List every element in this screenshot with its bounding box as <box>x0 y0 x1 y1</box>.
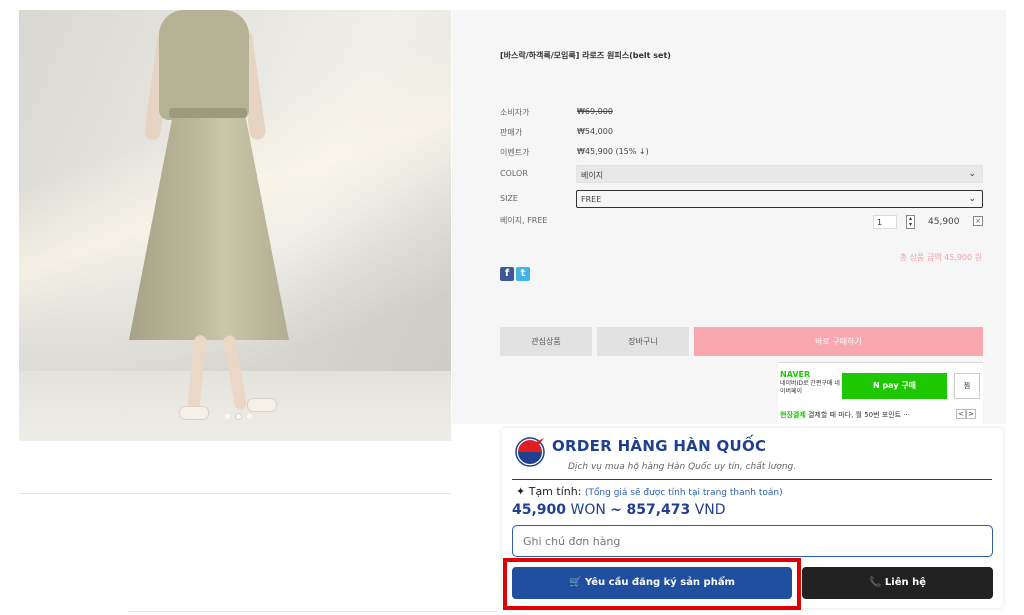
size-select[interactable]: FREE ⌄ <box>576 190 983 208</box>
sparkle-icon: ✦ <box>516 485 526 498</box>
remove-option-button[interactable]: × <box>973 216 983 226</box>
facebook-icon[interactable]: f <box>500 267 514 281</box>
naver-promo-highlight: 현장결제 <box>780 411 806 419</box>
naver-pay-box: NAVER 네이버ID로 간편구매 네이버페이 N pay 구매 찜 현장결제 … <box>778 362 983 434</box>
color-select-value: 베이지 <box>581 171 604 180</box>
sale-price-label: 판매가 <box>500 128 523 137</box>
contact-label: Liên hệ <box>884 577 927 588</box>
consumer-price-label: 소비자가 <box>500 108 530 117</box>
npay-button[interactable]: N pay 구매 <box>842 373 947 399</box>
color-label: COLOR <box>500 169 528 178</box>
dress-top <box>159 10 249 120</box>
sale-price-value: ₩54,000 <box>577 127 613 136</box>
chevron-down-icon: ⌄ <box>968 194 976 204</box>
slide-dot[interactable] <box>247 414 252 419</box>
event-price-label: 이벤트가 <box>500 148 530 157</box>
size-select-value: FREE <box>581 195 602 204</box>
unit-won: WON <box>570 502 606 518</box>
color-select[interactable]: 베이지 ⌄ <box>576 165 983 183</box>
product-image[interactable] <box>19 10 451 441</box>
estimate-note: (Tổng giá sẽ được tính tại trang thanh t… <box>584 488 783 498</box>
dress-belt <box>169 108 247 118</box>
price-vnd: 857,473 <box>626 502 691 518</box>
promo-prev-button[interactable]: < <box>956 409 966 419</box>
event-price-value: ₩45,900 (15% ↓) <box>577 147 649 156</box>
price-separator: ~ <box>610 502 623 518</box>
highlight-box <box>503 558 801 610</box>
selected-option-label: 베이지, FREE <box>500 216 548 225</box>
promo-next-button[interactable]: > <box>966 409 976 419</box>
quantity-stepper[interactable]: ▴ ▾ <box>906 215 915 229</box>
slide-dot-active[interactable] <box>236 414 241 419</box>
divider <box>128 611 498 612</box>
cart-button[interactable]: 장바구니 <box>597 327 689 356</box>
product-title: [바스락/하객룩/모임룩] 라로즈 원피스(belt set) <box>500 51 671 60</box>
total-price: 총 상품 금액 45,900 원 <box>899 253 982 262</box>
product-page: [바스락/하객룩/모임룩] 라로즈 원피스(belt set) 소비자가 ₩69… <box>0 0 1024 615</box>
wishlist-button[interactable]: 관심상품 <box>500 327 592 356</box>
shoe-left <box>179 406 209 420</box>
contact-button[interactable]: 📞 Liên hệ <box>802 567 993 599</box>
order-note-input[interactable] <box>512 525 993 557</box>
naver-promo-text: 결제할 때 마다, 월 50번 포인트 ··· <box>805 411 910 419</box>
estimate-price: 45,900 WON ~ 857,473 VND <box>512 502 726 518</box>
phone-icon: 📞 <box>868 577 882 588</box>
social-share: f t <box>500 267 530 281</box>
order-logo-icon <box>515 437 545 467</box>
consumer-price-value: ₩69,000 <box>577 107 613 116</box>
naver-logo: NAVER <box>780 370 811 379</box>
jjim-button[interactable]: 찜 <box>954 373 980 399</box>
divider <box>19 493 451 494</box>
divider <box>512 479 992 480</box>
shoe-right <box>247 398 277 412</box>
size-label: SIZE <box>500 194 518 203</box>
unit-vnd: VND <box>694 502 726 518</box>
estimate-label: Tạm tính: <box>528 485 582 498</box>
slide-dot[interactable] <box>225 414 230 419</box>
twitter-icon[interactable]: t <box>516 267 530 281</box>
quantity-input[interactable]: 1 <box>873 215 897 229</box>
order-subtitle: Dịch vụ mua hộ hàng Hàn Quốc uy tín, chấ… <box>568 462 797 472</box>
naver-promo: 현장결제 결제할 때 마다, 월 50번 포인트 ··· <box>780 410 910 420</box>
slide-dots <box>225 414 252 419</box>
naver-description: 네이버ID로 간편구매 네이버페이 <box>780 380 840 395</box>
selection-price: 45,900 <box>928 217 960 227</box>
promo-arrows: < > <box>956 409 976 419</box>
order-title: ORDER HÀNG HÀN QUỐC <box>552 437 767 455</box>
buy-now-button[interactable]: 바로 구매하기 <box>694 327 983 356</box>
estimate-row: ✦ Tạm tính: (Tổng giá sẽ được tính tại t… <box>516 485 783 498</box>
price-won: 45,900 <box>512 502 567 518</box>
chevron-down-icon: ⌄ <box>968 169 976 179</box>
